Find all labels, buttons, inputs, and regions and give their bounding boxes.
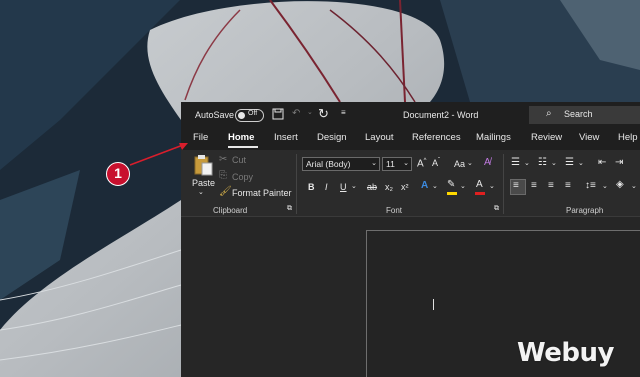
step-number-badge: 1 <box>106 162 130 186</box>
annotation-arrow <box>129 143 188 166</box>
webuy-watermark: Webuy <box>517 338 614 368</box>
